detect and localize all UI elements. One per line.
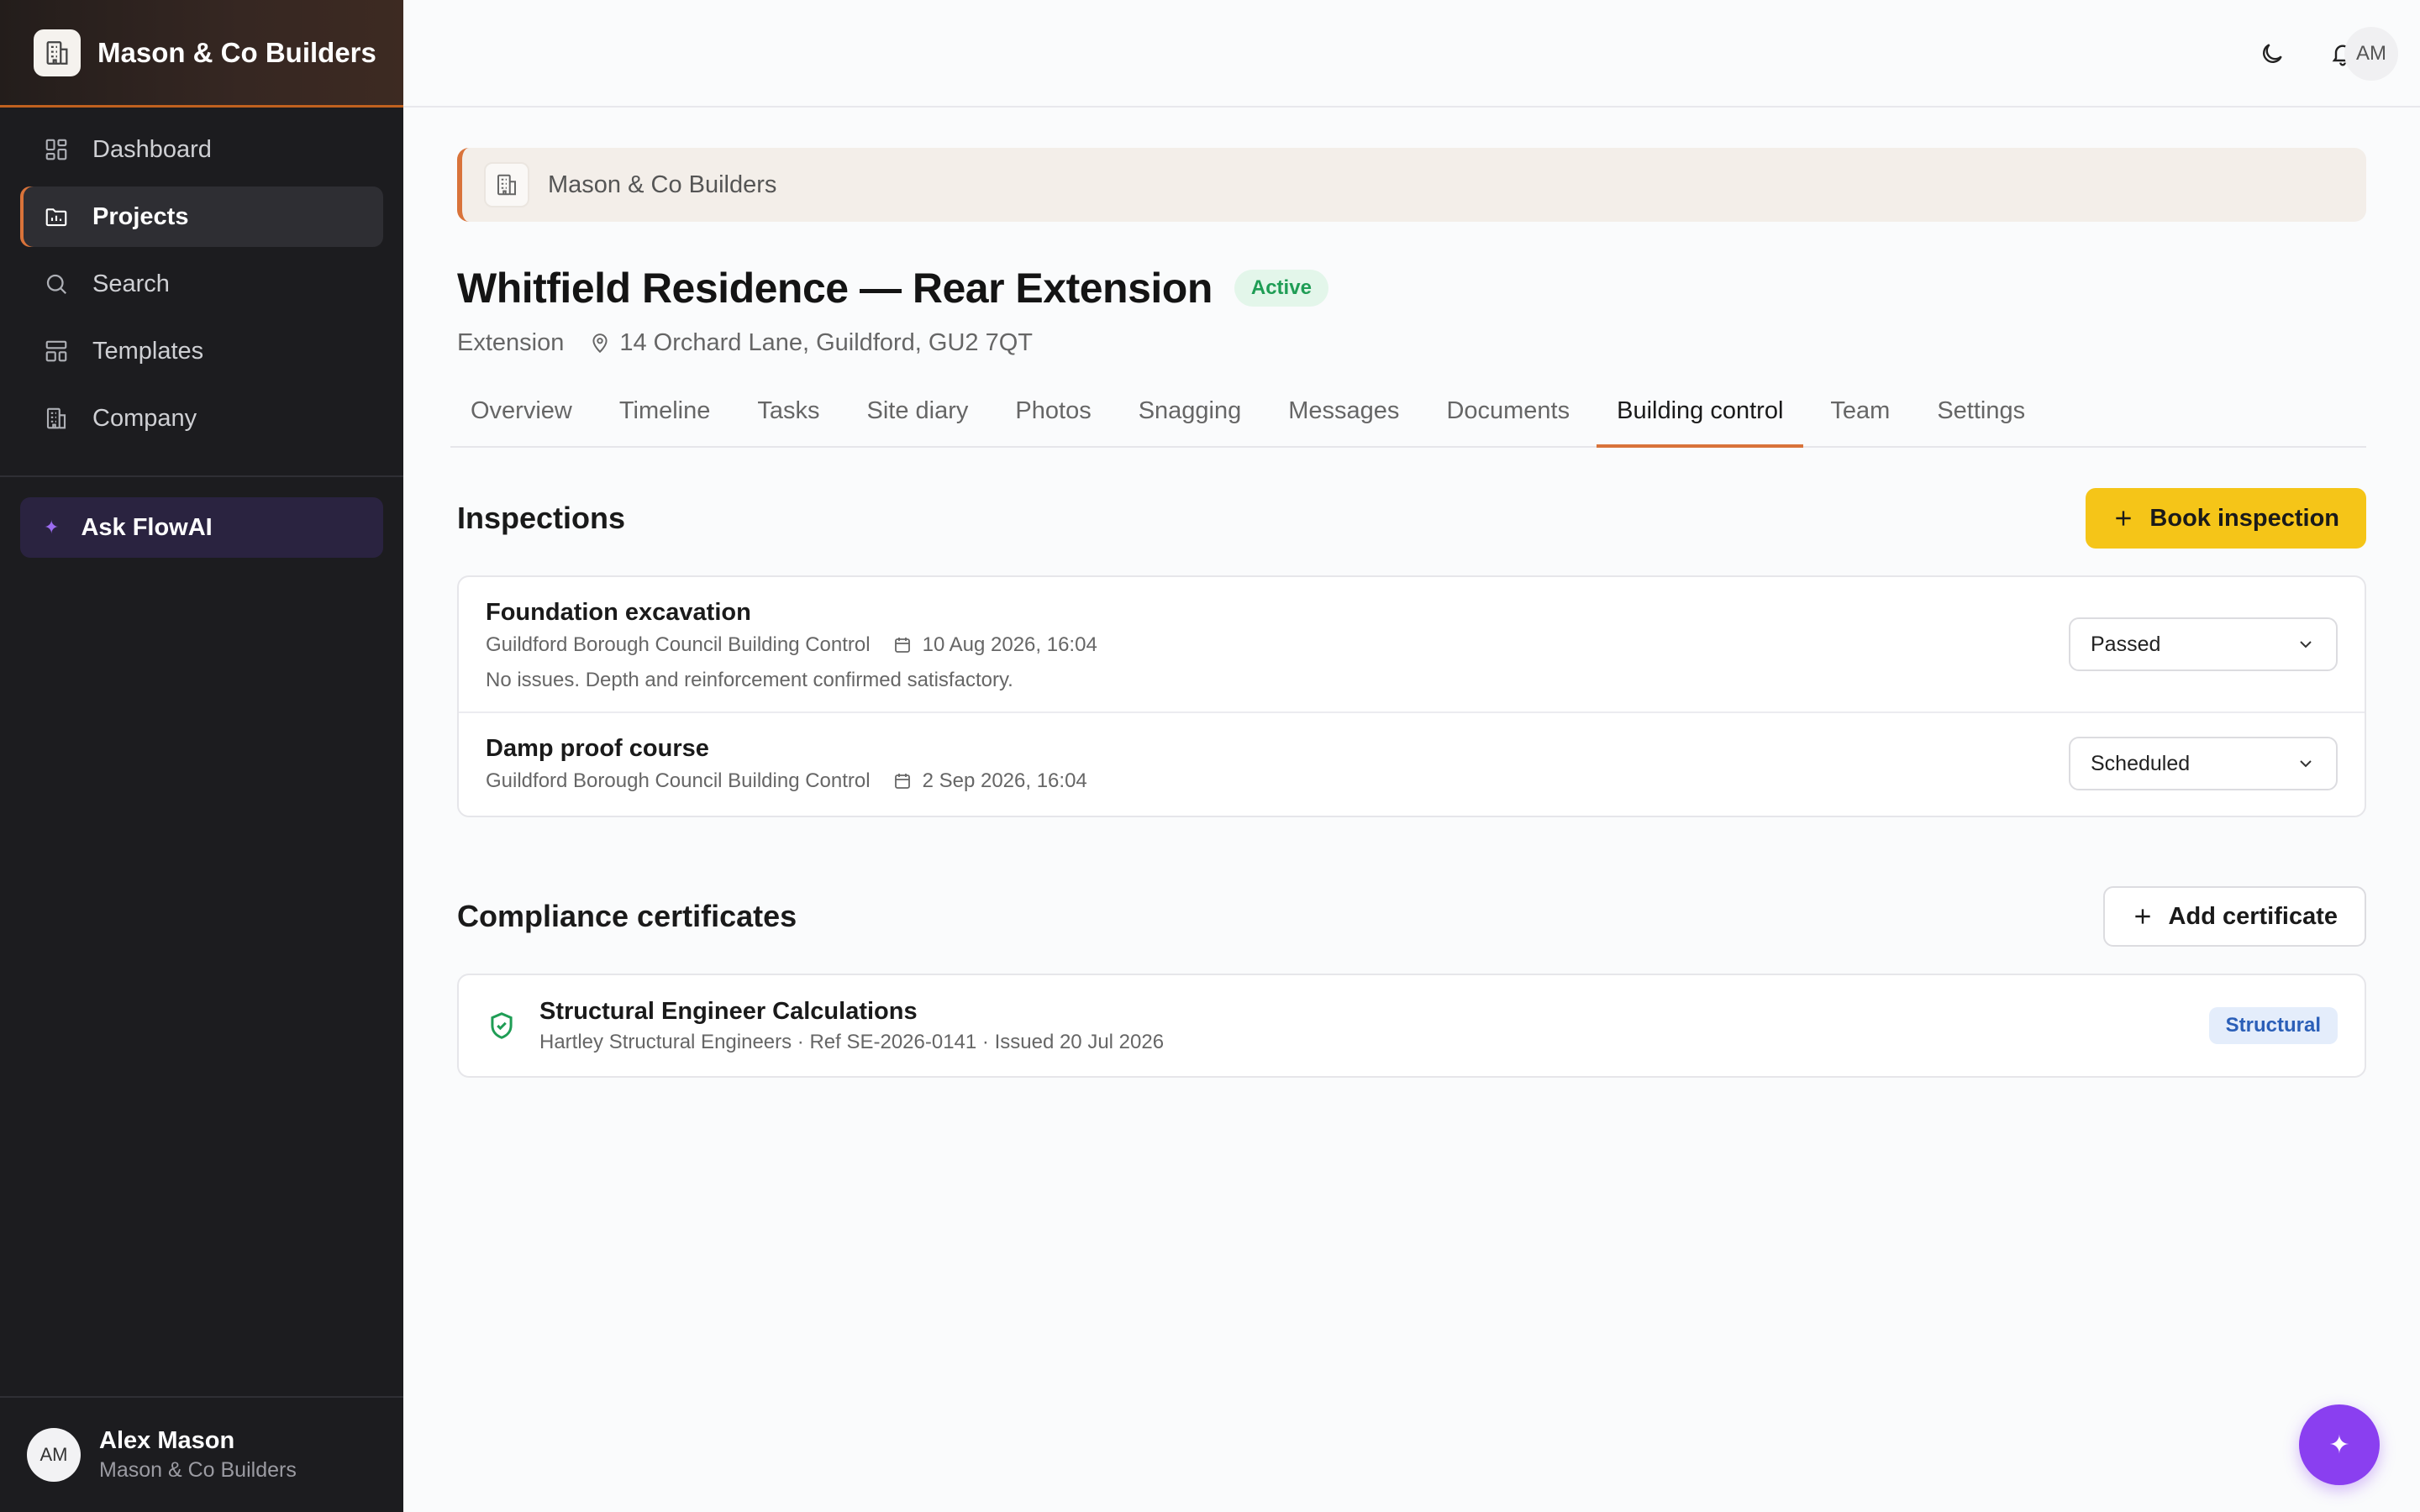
status-badge: Active <box>1234 270 1328 307</box>
sidebar-item-label: Templates <box>92 337 204 365</box>
plus-icon <box>2132 906 2154 927</box>
sidebar-item-company[interactable]: Company <box>20 388 383 449</box>
sidebar-item-projects[interactable]: Projects <box>20 186 383 247</box>
status-select-value: Passed <box>2091 632 2161 656</box>
shield-check-icon <box>486 1010 519 1042</box>
templates-icon <box>42 337 71 365</box>
company-icon <box>42 404 71 433</box>
project-meta: Extension 14 Orchard Lane, Guildford, GU… <box>457 329 2366 357</box>
add-certificate-label: Add certificate <box>2168 902 2338 930</box>
inspections-title: Inspections <box>457 501 626 535</box>
topbar: AM <box>403 0 2420 108</box>
certificates-header: Compliance certificates Add certificate <box>457 886 2366 947</box>
inspections-list: Foundation excavation Guildford Borough … <box>457 575 2366 817</box>
sparkle-icon: ✦ <box>2328 1431 2350 1459</box>
moon-icon[interactable] <box>2255 37 2289 71</box>
certificate-meta: Hartley Structural Engineers · Ref SE-20… <box>539 1030 1165 1053</box>
tab-team[interactable]: Team <box>1810 389 1910 448</box>
calendar-icon <box>892 635 913 655</box>
tab-timeline[interactable]: Timeline <box>599 389 731 448</box>
book-inspection-label: Book inspection <box>2149 504 2339 532</box>
tab-overview[interactable]: Overview <box>450 389 592 448</box>
sidebar-item-search[interactable]: Search <box>20 254 383 314</box>
list-item: Damp proof course Guildford Borough Coun… <box>459 713 2365 816</box>
inspection-date: 2 Sep 2026, 16:04 <box>922 769 1087 792</box>
sidebar-item-templates[interactable]: Templates <box>20 321 383 381</box>
user-name: Alex Mason <box>99 1427 235 1454</box>
avatar: AM <box>27 1428 81 1482</box>
chevron-down-icon <box>2296 634 2316 654</box>
sparkle-icon: ✦ <box>44 517 60 538</box>
calendar-icon <box>892 771 913 791</box>
ask-flowai-button[interactable]: ✦ Ask FlowAI <box>20 497 383 558</box>
building-logo-icon <box>34 29 81 76</box>
certificate-tag: Structural <box>2208 1007 2338 1044</box>
user-org: Mason & Co Builders <box>99 1458 297 1482</box>
certificates-title: Compliance certificates <box>457 899 797 933</box>
sidebar: Mason & Co Builders Dashboard Projects S… <box>0 0 403 1512</box>
inspection-authority: Guildford Borough Council Building Contr… <box>486 633 871 656</box>
tab-settings[interactable]: Settings <box>1917 389 2045 448</box>
page-title: Whitfield Residence — Rear Extension <box>457 265 1213 312</box>
projects-icon <box>42 202 71 231</box>
tab-snagging[interactable]: Snagging <box>1118 389 1262 448</box>
inspections-header: Inspections Book inspection <box>457 488 2366 549</box>
status-select[interactable]: Passed <box>2069 617 2338 671</box>
tab-site-diary[interactable]: Site diary <box>847 389 989 448</box>
sidebar-item-label: Projects <box>92 202 189 230</box>
sidebar-item-label: Dashboard <box>92 135 212 163</box>
inspection-authority: Guildford Borough Council Building Contr… <box>486 769 871 792</box>
plus-icon <box>2112 507 2134 529</box>
inspection-date: 10 Aug 2026, 16:04 <box>922 633 1097 656</box>
dashboard-icon <box>42 135 71 164</box>
add-certificate-button[interactable]: Add certificate <box>2102 886 2366 947</box>
inspection-note: No issues. Depth and reinforcement confi… <box>486 669 1013 691</box>
sidebar-item-label: Company <box>92 404 197 432</box>
chevron-down-icon <box>2296 753 2316 774</box>
inspection-title: Foundation excavation <box>486 599 751 626</box>
certificate-title[interactable]: Structural Engineer Calculations <box>539 998 1164 1026</box>
status-select[interactable]: Scheduled <box>2069 737 2338 790</box>
company-banner[interactable]: Mason & Co Builders <box>457 148 2366 222</box>
tab-messages[interactable]: Messages <box>1268 389 1419 448</box>
ai-assistant-fab[interactable]: ✦ <box>2299 1404 2380 1485</box>
map-pin-icon <box>589 333 611 354</box>
main-content: Mason & Co Builders Whitfield Residence … <box>450 108 2366 1078</box>
sidebar-item-dashboard[interactable]: Dashboard <box>20 119 383 180</box>
tab-documents[interactable]: Documents <box>1426 389 1590 448</box>
certificates-list: Structural Engineer Calculations Hartley… <box>457 974 2366 1078</box>
building-icon <box>484 162 529 207</box>
brand-name[interactable]: Mason & Co Builders <box>97 37 376 69</box>
tab-tasks[interactable]: Tasks <box>737 389 839 448</box>
ask-flowai-label: Ask FlowAI <box>81 513 213 541</box>
inspection-meta: Guildford Borough Council Building Contr… <box>486 769 2338 793</box>
status-select-value: Scheduled <box>2091 751 2191 775</box>
sidebar-user[interactable]: AM Alex Mason Mason & Co Builders <box>0 1396 403 1512</box>
company-name: Mason & Co Builders <box>548 171 777 198</box>
sidebar-header: Mason & Co Builders <box>0 0 403 108</box>
tab-photos[interactable]: Photos <box>995 389 1111 448</box>
sidebar-item-label: Search <box>92 270 170 297</box>
sidebar-nav: Dashboard Projects Search Templates Comp… <box>0 108 403 449</box>
tab-building-control[interactable]: Building control <box>1597 389 1803 448</box>
book-inspection-button[interactable]: Book inspection <box>2086 488 2366 549</box>
project-tabs: Overview Timeline Tasks Site diary Photo… <box>450 389 2366 448</box>
user-avatar[interactable]: AM <box>2344 27 2398 81</box>
project-type: Extension <box>457 329 565 356</box>
title-row: Whitfield Residence — Rear Extension Act… <box>457 264 2366 312</box>
inspection-meta: Guildford Borough Council Building Contr… <box>486 633 2338 657</box>
list-item: Foundation excavation Guildford Borough … <box>459 577 2365 713</box>
sidebar-divider <box>0 475 403 477</box>
search-icon <box>42 270 71 298</box>
project-address: 14 Orchard Lane, Guildford, GU2 7QT <box>619 329 1033 356</box>
list-item: Structural Engineer Calculations Hartley… <box>459 975 2365 1076</box>
inspection-title: Damp proof course <box>486 735 709 762</box>
